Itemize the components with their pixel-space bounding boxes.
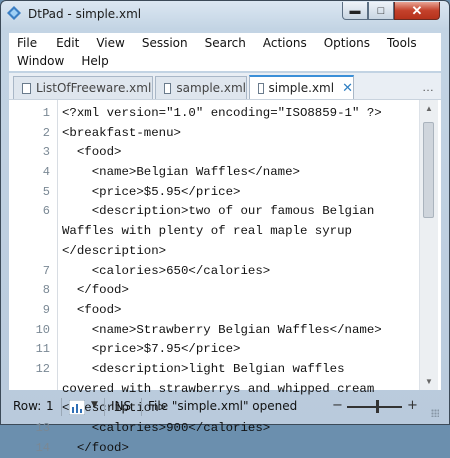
line-number: 10	[35, 322, 50, 337]
maximize-icon: □	[377, 4, 385, 17]
zoom-slider-thumb[interactable]	[376, 400, 380, 413]
zoom-slider-track[interactable]	[347, 406, 402, 408]
window-title: DtPad - simple.xml	[28, 7, 142, 21]
vertical-scrollbar[interactable]: ▲ ▼	[419, 100, 438, 390]
menu-edit[interactable]: Edit	[44, 34, 86, 53]
line-number: 5	[42, 184, 50, 199]
maximize-button[interactable]: □	[368, 2, 394, 20]
menu-session[interactable]: Session	[132, 34, 195, 53]
status-message: File "simple.xml" opened	[148, 399, 298, 413]
scrollbar-thumb[interactable]	[423, 122, 434, 218]
line-number	[9, 222, 54, 242]
document-icon	[164, 82, 172, 94]
menu-options[interactable]: Options	[314, 34, 377, 53]
line-number: 2	[42, 125, 50, 140]
status-divider	[141, 398, 142, 416]
menu-help[interactable]: Help	[71, 52, 115, 71]
menu-row-2: Window Help	[9, 52, 116, 71]
row-value: 1	[46, 399, 54, 413]
menu-file[interactable]: File	[9, 34, 44, 53]
code-line: <description>light Belgian waffles	[62, 361, 345, 376]
insert-mode-indicator[interactable]: INS	[111, 399, 131, 413]
tab-listoffreeware[interactable]: ListOfFreeware.xml	[13, 76, 153, 99]
zoom-out-button[interactable]: −	[332, 398, 343, 413]
menu-window[interactable]: Window	[9, 52, 71, 71]
line-number: 4	[42, 165, 50, 180]
line-number	[9, 242, 54, 262]
code-line: <calories>650</calories>	[62, 263, 271, 278]
text-editor[interactable]: 1 2 3 4 5 6 7 8 9 10 11 12 13 14 <?xml version="1.0" …	[9, 99, 441, 455]
code-line: <food>	[62, 302, 122, 317]
code-line: <price>$5.95</price>	[62, 184, 241, 199]
code-line: <name>Belgian Waffles</name>	[62, 165, 300, 180]
line-number: 14	[35, 440, 50, 455]
tab-overflow-icon[interactable]: …	[422, 80, 435, 94]
close-icon: ✕	[411, 2, 423, 18]
menu-bar: File Edit View Session Search Actions Op…	[9, 33, 441, 71]
code-line: </food>	[62, 440, 129, 455]
line-number: 7	[42, 263, 50, 278]
code-line: <calories>900</calories>	[62, 421, 271, 435]
minimize-button[interactable]: ▬	[342, 2, 368, 20]
code-line: </food>	[62, 283, 129, 298]
line-number: 6	[42, 204, 50, 219]
document-icon	[258, 82, 264, 94]
code-line: <food>	[62, 145, 122, 160]
menu-search[interactable]: Search	[195, 34, 253, 53]
row-label: Row:	[13, 399, 42, 413]
tab-label: simple.xml	[268, 81, 335, 95]
line-number: 1	[42, 106, 50, 120]
resize-grip[interactable]	[431, 409, 439, 417]
status-bar: Row: 1 ▼ INS File "simple.xml" opened − …	[9, 395, 441, 419]
status-divider	[104, 398, 105, 416]
tab-label: ListOfFreeware.xml	[36, 81, 152, 95]
line-number: 12	[35, 361, 50, 376]
tab-bar: ListOfFreeware.xml sample.xml simple.xml…	[9, 73, 441, 99]
code-line: </description>	[62, 243, 167, 258]
close-button[interactable]: ✕	[394, 2, 440, 20]
tab-sample[interactable]: sample.xml	[155, 76, 247, 99]
line-number: 11	[35, 342, 50, 357]
scroll-up-icon[interactable]: ▲	[425, 104, 433, 113]
gutter-divider	[57, 100, 58, 390]
menu-actions[interactable]: Actions	[253, 34, 314, 53]
app-icon	[7, 6, 21, 20]
line-number: 13	[35, 421, 50, 435]
code-line: <name>Strawberry Belgian Waffles</name>	[62, 322, 382, 337]
code-line: <breakfast-menu>	[62, 125, 181, 140]
menu-row-1: File Edit View Session Search Actions Op…	[9, 34, 424, 53]
bar-chart-icon[interactable]	[69, 400, 85, 415]
status-divider	[61, 398, 62, 416]
line-number: 8	[42, 283, 50, 298]
tab-label: sample.xml	[176, 81, 246, 95]
tab-close-icon[interactable]: ✕	[342, 81, 353, 96]
scroll-down-icon[interactable]: ▼	[425, 377, 433, 386]
menu-tools[interactable]: Tools	[377, 34, 424, 53]
title-bar[interactable]: DtPad - simple.xml ▬ □ ✕	[1, 1, 449, 29]
code-line: <price>$7.95</price>	[62, 342, 241, 357]
app-window: DtPad - simple.xml ▬ □ ✕ File Edit View …	[0, 0, 450, 455]
code-line: Waffles with plenty of real maple syrup	[62, 224, 352, 239]
line-number: 9	[42, 302, 50, 317]
chevron-down-icon[interactable]: ▼	[91, 400, 98, 410]
tab-simple[interactable]: simple.xml ✕	[249, 75, 354, 99]
document-icon	[22, 82, 31, 94]
line-number: 3	[42, 145, 50, 160]
code-line: <description>two of our famous Belgian	[62, 204, 375, 219]
minimize-icon: ▬	[349, 4, 361, 17]
menu-view[interactable]: View	[86, 34, 131, 53]
code-line: <?xml version="1.0" encoding="ISO8859-1"…	[62, 106, 382, 120]
zoom-in-button[interactable]: +	[407, 398, 418, 413]
